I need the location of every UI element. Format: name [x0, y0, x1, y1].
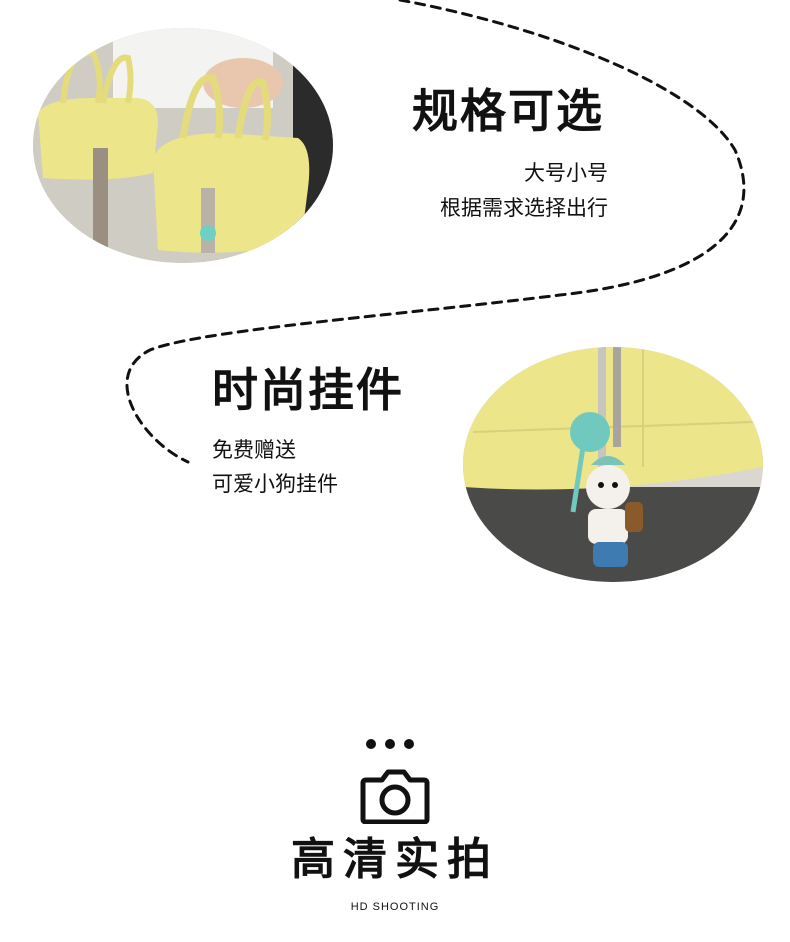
camera-icon	[360, 769, 430, 824]
specs-line1: 大号小号	[524, 161, 608, 185]
footer-title: 高清实拍	[291, 834, 499, 885]
footer-subtitle: HD SHOOTING	[350, 901, 440, 913]
specs-line2: 根据需求选择出行	[440, 196, 608, 220]
dog-charm-photo	[463, 347, 763, 582]
charm-title: 时尚挂件	[212, 363, 404, 417]
charm-line2: 可爱小狗挂件	[212, 472, 338, 496]
bags-size-photo	[33, 28, 333, 263]
charm-line1: 免费赠送	[212, 438, 296, 462]
ellipsis-dots-icon	[366, 739, 414, 749]
specs-title: 规格可选	[412, 84, 604, 138]
